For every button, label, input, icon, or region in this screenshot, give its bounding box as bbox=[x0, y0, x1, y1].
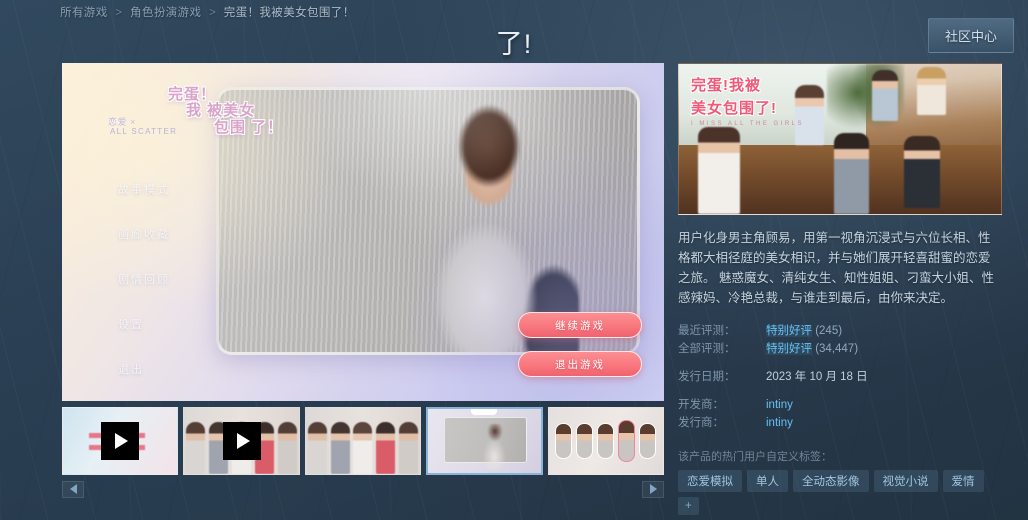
header-character-5 bbox=[872, 70, 898, 121]
breadcrumb-game-title[interactable]: 完蛋！我被美女包围了！ bbox=[224, 7, 355, 19]
publisher-link[interactable]: intiny bbox=[766, 414, 793, 432]
header-character-3 bbox=[904, 136, 940, 208]
carousel-prev-arrow-icon[interactable] bbox=[62, 480, 84, 498]
store-page: 所有游戏 > 角色扮演游戏 > 完蛋！我被美女包围了！ 了! 社区中心 恋爱 ×… bbox=[0, 0, 1028, 520]
thumbnail-strip bbox=[62, 407, 664, 475]
breadcrumb-rpg[interactable]: 角色扮演游戏 bbox=[130, 7, 201, 19]
game-logo-sub: 恋爱 × bbox=[108, 117, 136, 127]
play-icon[interactable] bbox=[222, 422, 261, 460]
game-action-buttons: 继续游戏 退出游戏 bbox=[518, 312, 642, 377]
all-reviews-count: (34,447) bbox=[815, 343, 859, 355]
menu-item-settings[interactable]: 设置 bbox=[118, 316, 170, 332]
developer-row: 开发商： intiny bbox=[678, 396, 1002, 414]
recent-reviews-row: 最近评测： 特别好评 (245) bbox=[678, 322, 1002, 340]
developer-label: 开发商： bbox=[678, 399, 724, 411]
menu-item-story[interactable]: 故事模式 bbox=[118, 181, 170, 197]
media-column: 恋爱 × ALL SCATTER 完蛋！ 我 被美女 包围 了！ 故事模式 画廊… bbox=[62, 63, 664, 499]
recent-reviews-rating[interactable]: 特别好评 bbox=[766, 325, 812, 337]
thumbnail-image-1[interactable] bbox=[304, 407, 422, 475]
publisher-label: 发行商： bbox=[678, 417, 724, 429]
thumbnail-content bbox=[444, 417, 527, 463]
media-player[interactable]: 恋爱 × ALL SCATTER 完蛋！ 我 被美女 包围 了！ 故事模式 画廊… bbox=[62, 63, 664, 401]
release-date-value: 2023 年 10 月 18 日 bbox=[766, 371, 868, 383]
thumbnail-carousel-controls bbox=[62, 479, 664, 499]
breadcrumb-separator: > bbox=[115, 7, 123, 19]
tag-more-button[interactable]: + bbox=[678, 497, 699, 515]
all-reviews-row: 全部评测： 特别好评 (34,447) bbox=[678, 340, 1002, 358]
recent-reviews-count: (245) bbox=[815, 325, 843, 337]
page-title: 了! bbox=[495, 29, 533, 59]
all-reviews-label: 全部评测： bbox=[678, 343, 736, 355]
thumbnail-video-2[interactable] bbox=[183, 407, 300, 475]
developer-link[interactable]: intiny bbox=[766, 396, 793, 414]
breadcrumb-separator: > bbox=[208, 7, 217, 19]
header-logo-line-1: 完蛋!我被 bbox=[691, 77, 761, 94]
community-hub-button[interactable]: 社区中心 bbox=[927, 18, 1014, 53]
header-logo-line-2: 美女包围了! bbox=[691, 100, 777, 117]
thumbnail-content bbox=[306, 408, 420, 474]
header-character-6 bbox=[917, 67, 947, 115]
tag-fmv[interactable]: 全动态影像 bbox=[793, 470, 869, 492]
quit-game-button[interactable]: 退出游戏 bbox=[518, 351, 642, 377]
all-reviews-value: 特别好评 (34,447) bbox=[766, 340, 858, 358]
game-header-image: 完蛋!我被 美女包围了! I MISS ALL THE GIRLS bbox=[678, 63, 1002, 215]
publisher-row: 发行商： intiny bbox=[678, 414, 1002, 432]
game-metadata: 最近评测： 特别好评 (245) 全部评测： 特别好评 (34,447) 发行日… bbox=[678, 322, 1002, 432]
breadcrumb: 所有游戏 > 角色扮演游戏 > 完蛋！我被美女包围了！ bbox=[60, 4, 355, 20]
menu-item-exit[interactable]: 退出 bbox=[118, 361, 170, 377]
header-logo: 完蛋!我被 美女包围了! I MISS ALL THE GIRLS bbox=[691, 74, 804, 127]
thumbnail-image-2-selected[interactable] bbox=[426, 407, 543, 475]
all-reviews-rating[interactable]: 特别好评 bbox=[766, 343, 812, 355]
carousel-next-arrow-icon[interactable] bbox=[642, 480, 664, 498]
thumbnail-content bbox=[549, 408, 663, 474]
game-description: 用户化身男主角顾易，用第一视角沉浸式与六位长相、性格都大相径庭的美女相识，并与她… bbox=[678, 231, 994, 305]
menu-item-gallery[interactable]: 画廊收藏 bbox=[118, 226, 170, 242]
recent-reviews-value: 特别好评 (245) bbox=[766, 322, 842, 340]
header-character-1 bbox=[698, 127, 741, 214]
header-logo-subtitle: I MISS ALL THE GIRLS bbox=[691, 121, 805, 127]
play-icon[interactable] bbox=[101, 422, 140, 460]
release-date-row: 发行日期： 2023 年 10 月 18 日 bbox=[678, 368, 1002, 386]
thumbnail-video-1[interactable] bbox=[62, 407, 179, 475]
tag-dating-sim[interactable]: 恋爱模拟 bbox=[678, 470, 742, 492]
thumbnail-image-3[interactable] bbox=[547, 407, 664, 475]
tags-list: 恋爱模拟 单人 全动态影像 视觉小说 爱情 + bbox=[678, 470, 1002, 515]
release-date-label: 发行日期： bbox=[678, 371, 736, 383]
tag-visual-novel[interactable]: 视觉小说 bbox=[873, 470, 938, 492]
tags-heading: 该产品的热门用户自定义标签： bbox=[678, 451, 832, 463]
header-character-2 bbox=[833, 133, 869, 214]
in-game-menu: 故事模式 画廊收藏 剧情回顾 设置 退出 bbox=[118, 181, 170, 377]
thumbnail-selected-indicator bbox=[471, 409, 498, 415]
recent-reviews-label: 最近评测： bbox=[678, 325, 736, 337]
continue-game-button[interactable]: 继续游戏 bbox=[518, 312, 642, 338]
breadcrumb-all-games[interactable]: 所有游戏 bbox=[60, 7, 108, 19]
game-logo-sub2: ALL SCATTER bbox=[110, 127, 178, 136]
menu-item-replay[interactable]: 剧情回顾 bbox=[118, 271, 170, 287]
game-info-column: 完蛋!我被 美女包围了! I MISS ALL THE GIRLS 用户化身男主… bbox=[678, 63, 1002, 515]
tag-romance[interactable]: 爱情 bbox=[942, 470, 984, 492]
game-logo-line-1: 完蛋！ bbox=[168, 86, 217, 103]
tag-singleplayer[interactable]: 单人 bbox=[747, 470, 788, 492]
